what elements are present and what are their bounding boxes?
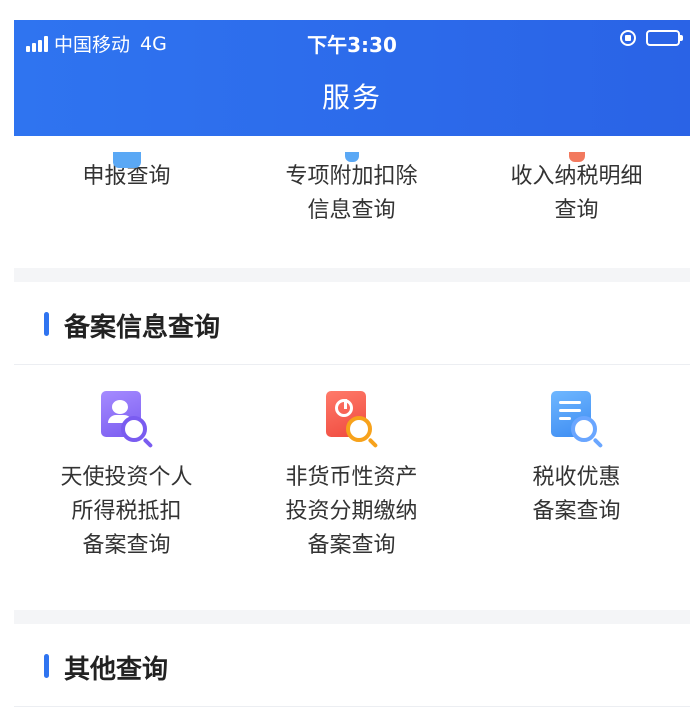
status-bar: 中国移动 4G 下午3:30 xyxy=(14,20,690,60)
grid-item-non-monetary-asset[interactable]: 非货币性资产 投资分期缴纳 备案查询 xyxy=(239,391,464,563)
status-time: 下午3:30 xyxy=(307,33,397,57)
phone-screen: 中国移动 4G 下午3:30 服务 申报查询 专项附加扣除 信息查询 收入纳税明… xyxy=(14,20,690,712)
filing-query-card: 备案信息查询 天使投资个人 所得税抵扣 备案查询 非货币性资产 投资分期缴纳 备… xyxy=(14,282,690,610)
other-query-card: 其他查询 xyxy=(14,624,690,712)
pie-chart-doc-icon xyxy=(324,391,380,449)
section-accent-bar xyxy=(44,654,49,678)
section-header-other: 其他查询 xyxy=(14,624,690,707)
grid-item-tax-preference[interactable]: 税收优惠 备案查询 xyxy=(464,391,689,563)
angel-investor-icon xyxy=(99,391,155,449)
income-tax-detail-icon xyxy=(568,152,585,162)
section-title: 其他查询 xyxy=(64,655,169,685)
grid-item-report-query[interactable]: 申报查询 xyxy=(14,152,239,228)
page-title: 服务 xyxy=(321,81,382,114)
grid-item-special-deduction-query[interactable]: 专项附加扣除 信息查询 xyxy=(239,152,464,228)
section-accent-bar xyxy=(44,312,49,336)
section-title: 备案信息查询 xyxy=(64,313,221,343)
app-header: 中国移动 4G 下午3:30 服务 xyxy=(14,20,690,136)
grid-item-income-tax-detail[interactable]: 收入纳税明细 查询 xyxy=(464,152,689,228)
report-query-icon xyxy=(112,152,141,168)
list-doc-icon xyxy=(549,391,605,449)
orientation-lock-icon xyxy=(620,30,636,46)
battery-icon xyxy=(646,30,683,46)
section-header-filing: 备案信息查询 xyxy=(14,282,690,365)
special-deduction-icon xyxy=(344,152,359,162)
grid-item-angel-investment[interactable]: 天使投资个人 所得税抵扣 备案查询 xyxy=(14,391,239,563)
declaration-query-card: 申报查询 专项附加扣除 信息查询 收入纳税明细 查询 xyxy=(14,116,690,268)
